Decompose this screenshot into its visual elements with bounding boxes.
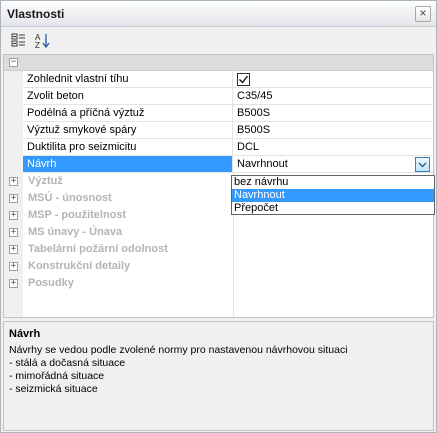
- category-label: Výztuž: [28, 175, 63, 187]
- description-text: Návrhy se vedou podle zvolené normy pro …: [9, 344, 348, 396]
- expand-icon[interactable]: +: [9, 228, 18, 237]
- category-label: MSP - použitelnost: [28, 209, 127, 221]
- expand-icon[interactable]: +: [9, 177, 18, 186]
- property-row-longitudinal-reinforcement[interactable]: Podélná a příčná výztuž B500S: [4, 105, 433, 122]
- self-weight-checkbox[interactable]: [237, 73, 250, 86]
- collapse-icon[interactable]: −: [9, 58, 18, 67]
- description-panel: Návrh Návrhy se vedou podle zvolené norm…: [3, 321, 434, 431]
- category-label: MS únavy - Únava: [28, 226, 123, 238]
- design-combo-value: Navrhnout: [237, 158, 288, 170]
- category-detailing[interactable]: + Konstrukční detaily: [4, 258, 433, 275]
- category-fire-resistance[interactable]: + Tabelární požární odolnost: [4, 241, 433, 258]
- description-line: Návrhy se vedou podle zvolené normy pro …: [9, 344, 348, 356]
- property-row-shear-reinforcement[interactable]: Výztuž smykové spáry B500S: [4, 122, 433, 139]
- expand-icon[interactable]: +: [9, 262, 18, 271]
- property-value[interactable]: B500S: [233, 105, 433, 122]
- close-button[interactable]: ×: [415, 6, 431, 22]
- svg-text:Z: Z: [35, 41, 40, 50]
- property-value[interactable]: DCL: [233, 139, 433, 156]
- category-label: MSÚ - únosnost: [28, 192, 112, 204]
- property-row-concrete[interactable]: Zvolit beton C35/45: [4, 88, 433, 105]
- property-row-design[interactable]: Návrh Navrhnout: [4, 156, 433, 173]
- design-combo[interactable]: Navrhnout: [233, 156, 433, 173]
- description-title: Návrh: [9, 328, 41, 340]
- group-header: −: [4, 55, 433, 71]
- categorized-icon: [11, 33, 25, 47]
- category-fatigue[interactable]: + MS únavy - Únava: [4, 224, 433, 241]
- property-row-self-weight[interactable]: Zohlednit vlastní tíhu: [4, 71, 433, 88]
- expand-icon[interactable]: +: [9, 194, 18, 203]
- property-value[interactable]: B500S: [233, 122, 433, 139]
- dropdown-option-selected[interactable]: Navrhnout: [232, 189, 434, 202]
- property-name: Zvolit beton: [23, 88, 233, 105]
- expand-icon[interactable]: +: [9, 211, 18, 220]
- category-label: Tabelární požární odolnost: [28, 243, 168, 255]
- property-name: Podélná a příčná výztuž: [23, 105, 233, 122]
- title-bar: Vlastnosti ×: [1, 1, 436, 27]
- property-value[interactable]: C35/45: [233, 88, 433, 105]
- description-line: - mimořádná situace: [9, 370, 105, 382]
- dropdown-option[interactable]: bez návrhu: [232, 176, 434, 189]
- sort-alpha-icon: A Z: [35, 33, 50, 50]
- description-line: - seizmická situace: [9, 383, 98, 395]
- toolbar: A Z: [1, 28, 436, 53]
- property-value: [233, 71, 433, 88]
- properties-window: Vlastnosti × A Z − Zohlednit vlastní tíh…: [0, 0, 437, 433]
- alphabetical-sort-button[interactable]: A Z: [33, 31, 53, 50]
- dropdown-button[interactable]: [415, 157, 430, 172]
- window-title: Vlastnosti: [7, 7, 65, 21]
- checkmark-icon: [239, 75, 249, 84]
- property-name: Zohlednit vlastní tíhu: [23, 71, 233, 88]
- dropdown-option[interactable]: Přepočet: [232, 202, 434, 215]
- categorized-view-button[interactable]: [9, 31, 29, 50]
- category-checks[interactable]: + Posudky: [4, 275, 433, 292]
- description-line: - stálá a dočasná situace: [9, 357, 126, 369]
- property-name: Návrh: [23, 156, 233, 173]
- property-row-ductility[interactable]: Duktilita pro seizmicitu DCL: [4, 139, 433, 156]
- property-name: Výztuž smykové spáry: [23, 122, 233, 139]
- expand-icon[interactable]: +: [9, 245, 18, 254]
- property-name: Duktilita pro seizmicitu: [23, 139, 233, 156]
- expand-icon[interactable]: +: [9, 279, 18, 288]
- design-dropdown-list: bez návrhu Navrhnout Přepočet: [231, 175, 435, 215]
- chevron-down-icon: [418, 162, 427, 168]
- category-label: Posudky: [28, 277, 74, 289]
- category-label: Konstrukční detaily: [28, 260, 131, 272]
